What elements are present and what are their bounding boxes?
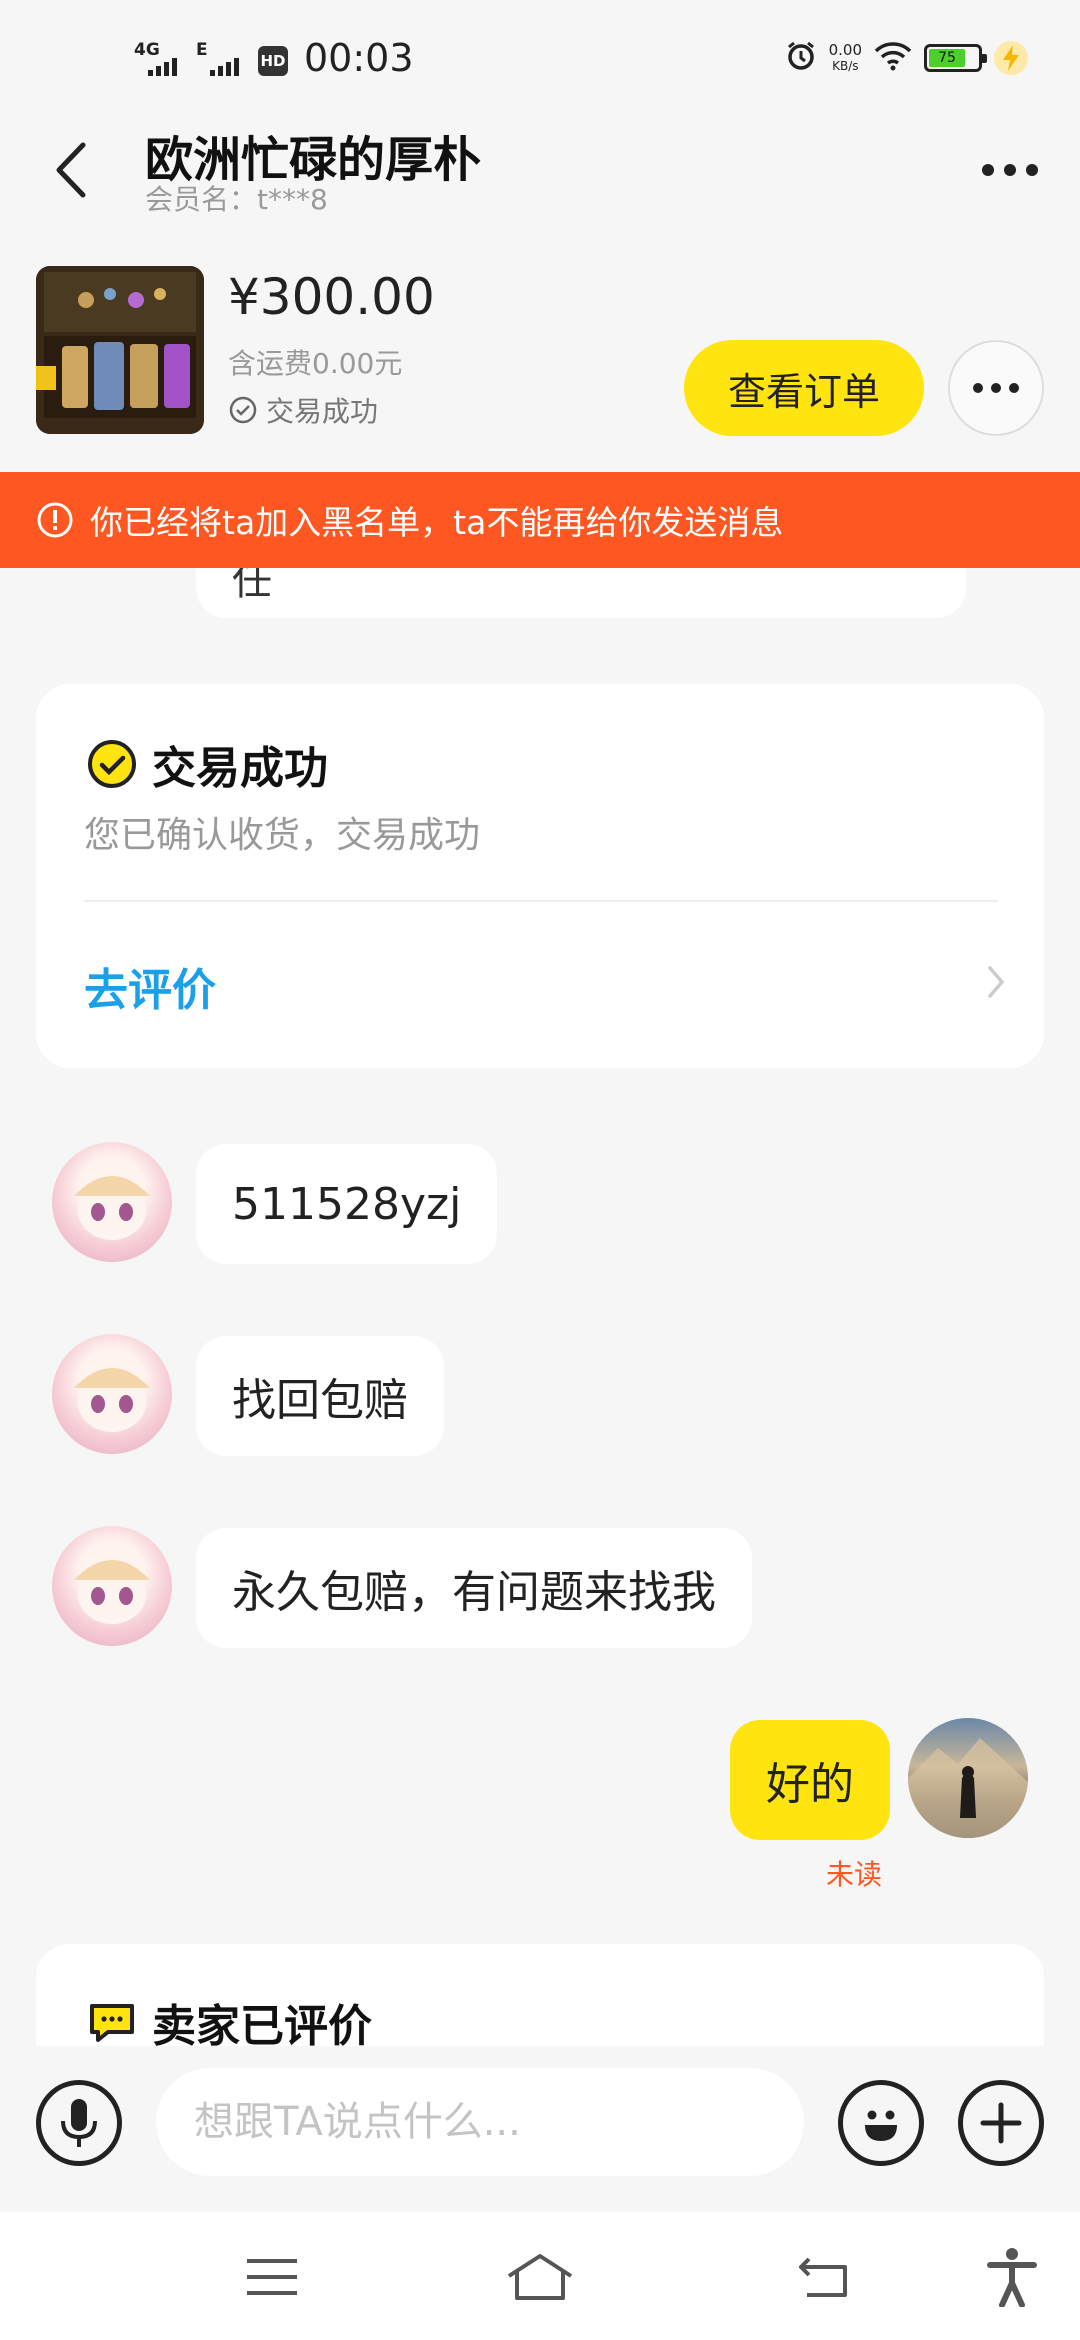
menu-icon (247, 2259, 297, 2295)
avatar[interactable] (52, 1334, 172, 1454)
status-right: 0.00 KB/s 75 (785, 40, 1028, 76)
message-row-me: 好的 (0, 1718, 1080, 1842)
microphone-icon (61, 2099, 97, 2147)
home-icon (507, 2254, 573, 2300)
order-status-text: 交易成功 (266, 395, 379, 428)
message-bubble[interactable]: 找回包赔 (196, 1336, 444, 1456)
net-speed-unit: KB/s (832, 59, 859, 73)
smiley-icon (865, 2110, 897, 2141)
back-arrow-icon (799, 2257, 847, 2297)
alert-circle-icon (37, 502, 73, 538)
signal-e-icon: E (196, 40, 248, 78)
network-label-1: 4G (134, 40, 160, 60)
network-label-2: E (196, 40, 208, 60)
blacklist-text: 你已经将ta加入黑名单，ta不能再给你发送消息 (90, 503, 784, 542)
message-row: 永久包赔，有问题来找我 (0, 1526, 1080, 1650)
emoji-button[interactable] (838, 2080, 924, 2166)
plus-icon (980, 2102, 1022, 2144)
chat-list[interactable]: 任 交易成功 您已确认收货，交易成功 去评价 511528yzj 找回包赔 永久… (0, 568, 1080, 2046)
net-speed-value: 0.00 (828, 41, 862, 59)
charging-icon (994, 41, 1028, 75)
unread-status: 未读 (826, 1858, 883, 1891)
message-bubble-cut: 任 (196, 568, 966, 618)
check-circle-icon (88, 740, 136, 788)
message-bubble-me[interactable]: 好的 (730, 1720, 890, 1840)
more-options-button[interactable] (970, 140, 1050, 200)
avatar[interactable] (52, 1142, 172, 1262)
order-summary: ¥300.00 含运费0.00元 交易成功 查看订单 (0, 260, 1080, 460)
seller-review-title-text: 卖家已评价 (152, 2001, 372, 2046)
message-cut-text: 任 (232, 568, 272, 604)
blacklist-banner: 你已经将ta加入黑名单，ta不能再给你发送消息 (0, 472, 1080, 568)
wifi-icon (874, 41, 912, 75)
status-left: 4G E HD 00:03 (134, 38, 414, 78)
chat-header: 欧洲忙碌的厚朴 会员名：t***8 (0, 110, 1080, 220)
alarm-icon (785, 40, 817, 76)
shipping-fee: 含运费0.00元 (228, 347, 403, 380)
status-bar: 4G E HD 00:03 0.00 KB/s 75 (0, 0, 1080, 120)
ellipsis-icon (982, 164, 1038, 176)
order-status: 交易成功 (228, 390, 378, 430)
order-more-button[interactable] (948, 340, 1044, 436)
message-bubble[interactable]: 永久包赔，有问题来找我 (196, 1528, 752, 1648)
trade-success-card: 交易成功 您已确认收货，交易成功 去评价 (36, 684, 1044, 1068)
my-avatar[interactable] (908, 1718, 1028, 1838)
hd-voice-icon: HD (258, 46, 288, 76)
order-price: ¥300.00 (228, 268, 435, 326)
input-bar (0, 2046, 1080, 2210)
net-speed: 0.00 KB/s (829, 42, 862, 74)
system-nav-bar (0, 2212, 1080, 2340)
back-button[interactable] (40, 130, 100, 210)
message-row: 找回包赔 (0, 1334, 1080, 1458)
signal-4g-icon: 4G (134, 40, 186, 78)
seller-review-title: 卖家已评价 (86, 1990, 372, 2046)
divider (84, 900, 998, 902)
ellipsis-icon (973, 383, 1019, 393)
seller-review-card: 卖家已评价 (36, 1944, 1044, 2046)
accessibility-button[interactable] (972, 2242, 1052, 2312)
voice-button[interactable] (36, 2080, 122, 2166)
chevron-right-icon (986, 964, 1006, 1004)
home-button[interactable] (500, 2242, 580, 2312)
chevron-left-icon (56, 142, 86, 198)
trade-card-title: 交易成功 (86, 732, 328, 796)
add-button[interactable] (958, 2080, 1044, 2166)
accessibility-icon (987, 2248, 1037, 2307)
status-time: 00:03 (304, 36, 414, 80)
view-order-button[interactable]: 查看订单 (684, 340, 924, 436)
battery-level: 75 (929, 49, 965, 67)
review-link[interactable]: 去评价 (84, 954, 216, 1018)
message-input[interactable] (156, 2068, 804, 2176)
trade-card-desc: 您已确认收货，交易成功 (84, 815, 481, 856)
chat-bubble-icon (90, 2004, 134, 2042)
product-thumbnail[interactable] (36, 266, 204, 434)
member-name: 会员名：t***8 (145, 183, 328, 216)
menu-button[interactable] (232, 2242, 312, 2312)
avatar[interactable] (52, 1526, 172, 1646)
message-bubble[interactable]: 511528yzj (196, 1144, 498, 1264)
trade-card-title-text: 交易成功 (152, 743, 328, 794)
nav-back-button[interactable] (784, 2242, 864, 2312)
battery-icon: 75 (924, 44, 987, 72)
check-circle-icon (229, 396, 257, 424)
message-row: 511528yzj (0, 1142, 1080, 1266)
